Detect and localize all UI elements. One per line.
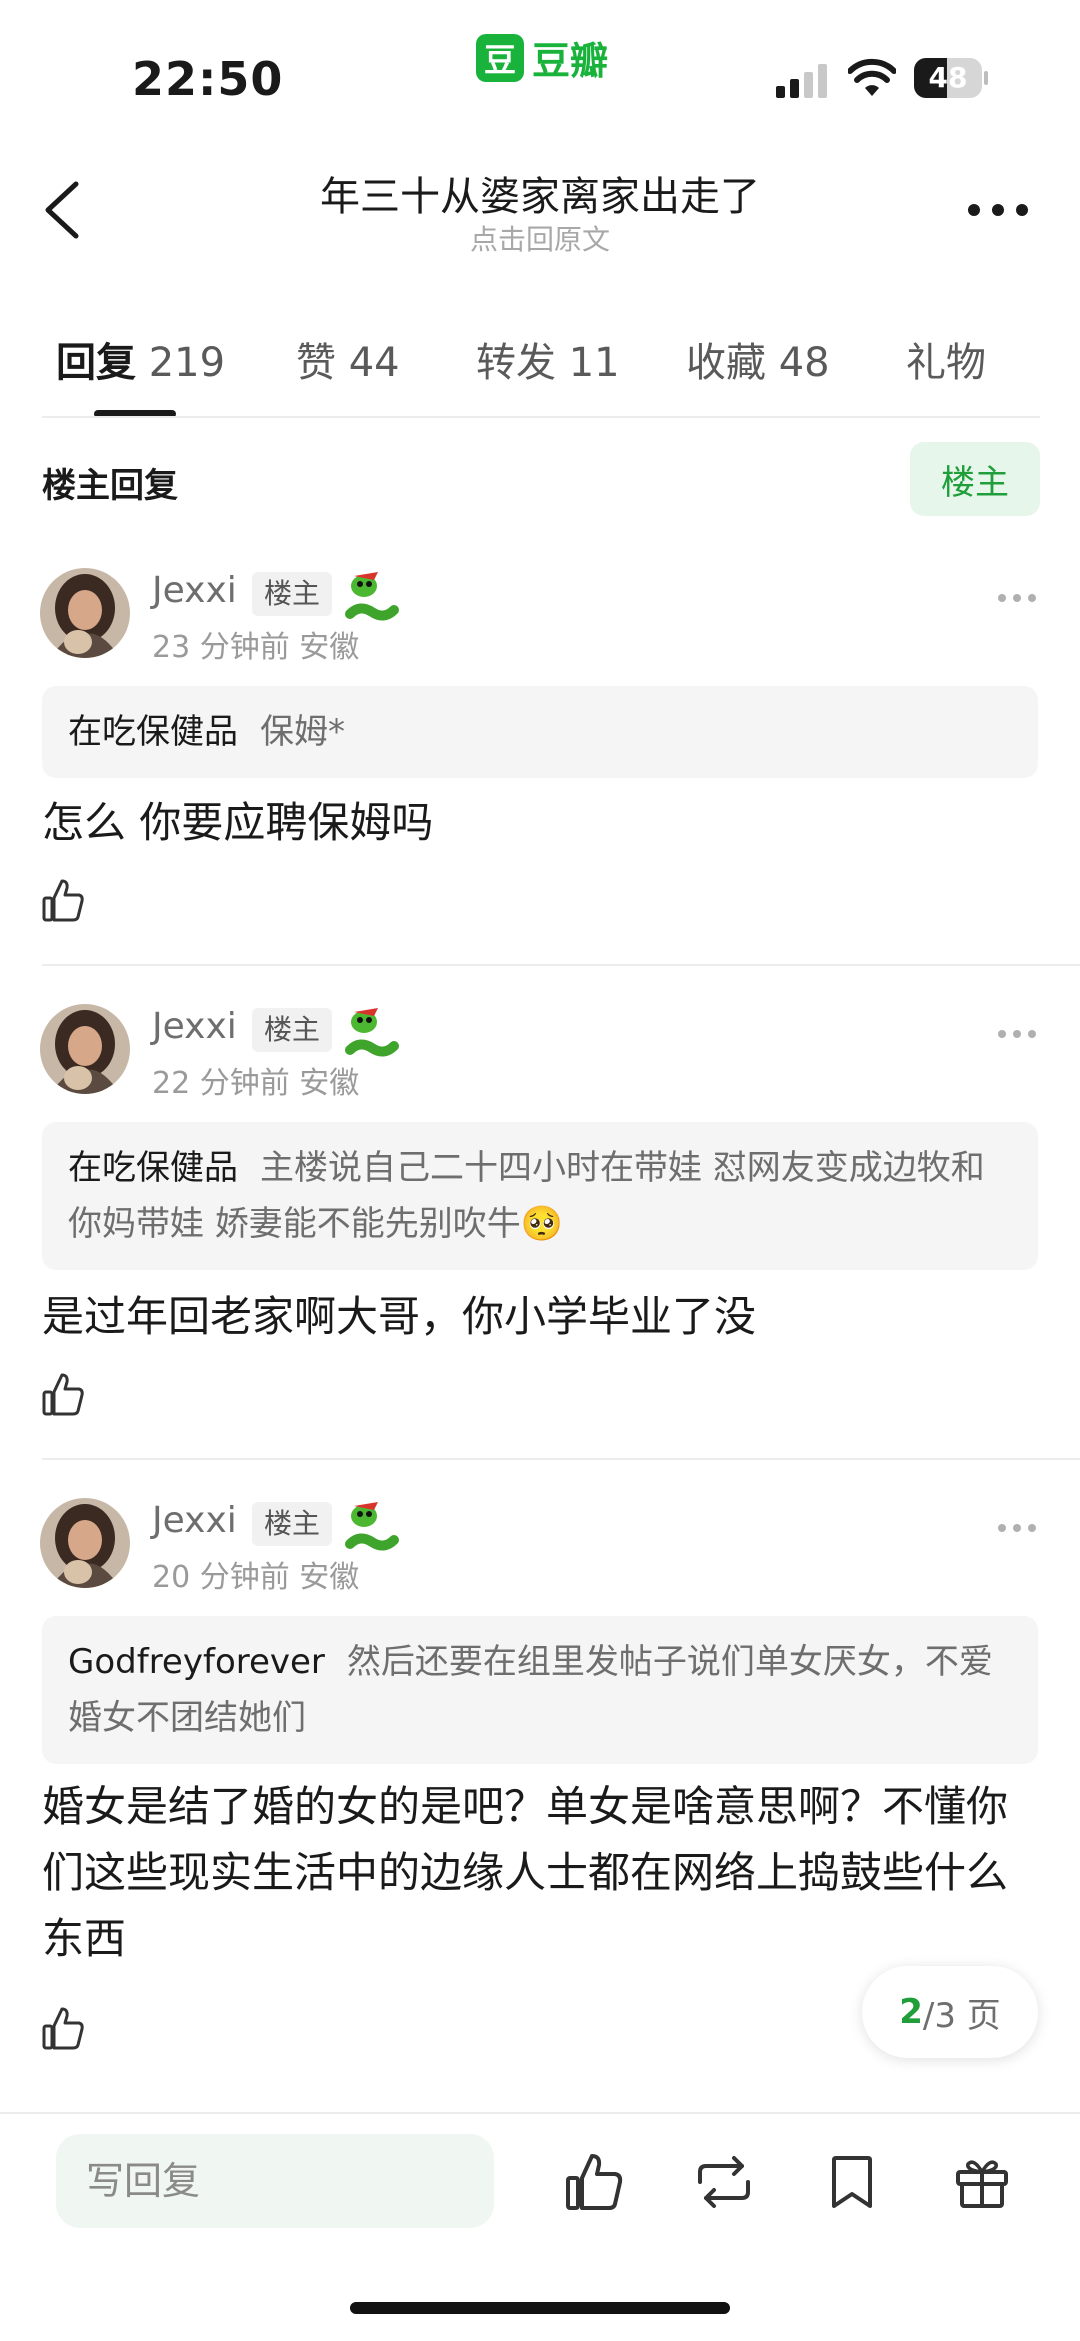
comment-body: 是过年回老家啊大哥，你小学毕业了没: [42, 1292, 757, 1341]
like-icon[interactable]: [42, 878, 84, 922]
quoted-reply[interactable]: Godfreyforever 然后还要在组里发帖子说们单女厌女，不爱婚女不团结她们: [42, 1616, 1038, 1764]
tab-bar: 回复 219 赞 44 转发 11 收藏 48 礼物: [42, 320, 1042, 420]
back-arrow-icon[interactable]: [38, 180, 86, 240]
cellular-signal-icon: [776, 64, 827, 98]
quote-author: 在吃保健品: [68, 1148, 238, 1188]
owner-filter-button[interactable]: 楼主: [910, 442, 1040, 516]
page-indicator[interactable]: 2/3 页: [862, 1966, 1038, 2058]
quoted-reply[interactable]: 在吃保健品 主楼说自己二十四小时在带娃 怼网友变成边牧和你妈带娃 娇妻能不能先别吹…: [42, 1122, 1038, 1270]
home-indicator[interactable]: [350, 2302, 730, 2314]
bookmark-icon[interactable]: [822, 2152, 882, 2212]
owner-badge: 楼主: [252, 1008, 333, 1052]
divider: [0, 2112, 1080, 2114]
comment-meta: 20 分钟前 安徽: [152, 1552, 359, 1596]
comment-meta: 23 分钟前 安徽: [152, 622, 359, 666]
comment-location: 安徽: [299, 1560, 360, 1595]
like-post-icon[interactable]: [564, 2152, 624, 2212]
tab-replies-count: 219: [148, 340, 226, 386]
tab-replies-label: 回复: [56, 340, 136, 386]
divider: [42, 964, 1080, 966]
current-page: 2: [899, 1992, 923, 2032]
snake-emoji-icon: [345, 1008, 399, 1057]
douban-logo-icon: 豆: [476, 33, 524, 82]
like-icon[interactable]: [42, 2006, 84, 2050]
wifi-icon: [848, 58, 896, 96]
comment-time: 22 分钟前: [152, 1066, 290, 1101]
tab-reshares-label: 转发: [476, 340, 556, 386]
tab-likes[interactable]: 赞 44: [296, 330, 400, 388]
douban-logo-text: 豆瓣: [532, 39, 609, 83]
owner-badge: 楼主: [252, 1502, 333, 1546]
comment-more-icon[interactable]: [996, 1522, 1038, 1534]
avatar[interactable]: [40, 1498, 130, 1588]
owner-badge: 楼主: [252, 572, 333, 616]
tab-likes-count: 44: [348, 340, 400, 386]
reply-input[interactable]: [56, 2134, 494, 2228]
nav-header: 年三十从婆家离家出走了 点击回原文: [0, 150, 1080, 270]
tab-collections-label: 收藏: [686, 340, 766, 386]
battery-level: 48: [928, 61, 968, 94]
snake-emoji-icon: [345, 1502, 399, 1551]
page-title: 年三十从婆家离家出走了: [320, 174, 760, 220]
status-bar: 22:50 豆 豆瓣 48: [0, 0, 1080, 130]
like-icon[interactable]: [42, 1372, 84, 1416]
user-name[interactable]: Jexxi: [152, 1006, 237, 1047]
back-to-original-link[interactable]: 点击回原文: [180, 218, 900, 258]
comment-body: 婚女是结了婚的女的是吧？单女是啥意思啊？不懂你们这些现实生活中的边缘人士都在网络…: [42, 1782, 1009, 1963]
battery-icon: 48: [914, 58, 988, 98]
comment-more-icon[interactable]: [996, 1028, 1038, 1040]
avatar[interactable]: [40, 568, 130, 658]
tab-reshares-count: 11: [568, 340, 620, 386]
tab-collections[interactable]: 收藏 48: [686, 330, 830, 388]
divider: [42, 416, 1040, 418]
tab-replies[interactable]: 回复 219: [56, 330, 225, 388]
total-pages: /3 页: [922, 1995, 1001, 2036]
douban-logo: 豆 豆瓣: [476, 30, 608, 85]
status-time: 22:50: [132, 52, 284, 106]
gift-icon[interactable]: [952, 2152, 1012, 2212]
snake-emoji-icon: [345, 572, 399, 621]
comment-time: 20 分钟前: [152, 1560, 290, 1595]
quote-author: Godfreyforever: [68, 1642, 325, 1682]
quoted-reply[interactable]: 在吃保健品 保姆*: [42, 686, 1038, 778]
comment-body: 怎么 你要应聘保姆吗: [42, 798, 434, 847]
user-name[interactable]: Jexxi: [152, 1500, 237, 1541]
tab-gifts-label: 礼物: [906, 340, 986, 386]
tab-gifts[interactable]: 礼物: [906, 330, 986, 388]
quote-author: 在吃保健品: [68, 712, 238, 752]
reshare-icon[interactable]: [694, 2152, 754, 2212]
comment-meta: 22 分钟前 安徽: [152, 1058, 359, 1102]
comment-location: 安徽: [299, 630, 360, 665]
tab-collections-count: 48: [778, 340, 830, 386]
quote-text: 保姆*: [260, 712, 345, 752]
user-name[interactable]: Jexxi: [152, 570, 237, 611]
section-title: 楼主回复: [42, 466, 178, 506]
tab-reshares[interactable]: 转发 11: [476, 330, 620, 388]
comment-time: 23 分钟前: [152, 630, 290, 665]
tab-likes-label: 赞: [296, 340, 336, 386]
more-options-icon[interactable]: [966, 198, 1030, 222]
comment-more-icon[interactable]: [996, 592, 1038, 604]
avatar[interactable]: [40, 1004, 130, 1094]
comment-location: 安徽: [299, 1066, 360, 1101]
divider: [42, 1458, 1080, 1460]
